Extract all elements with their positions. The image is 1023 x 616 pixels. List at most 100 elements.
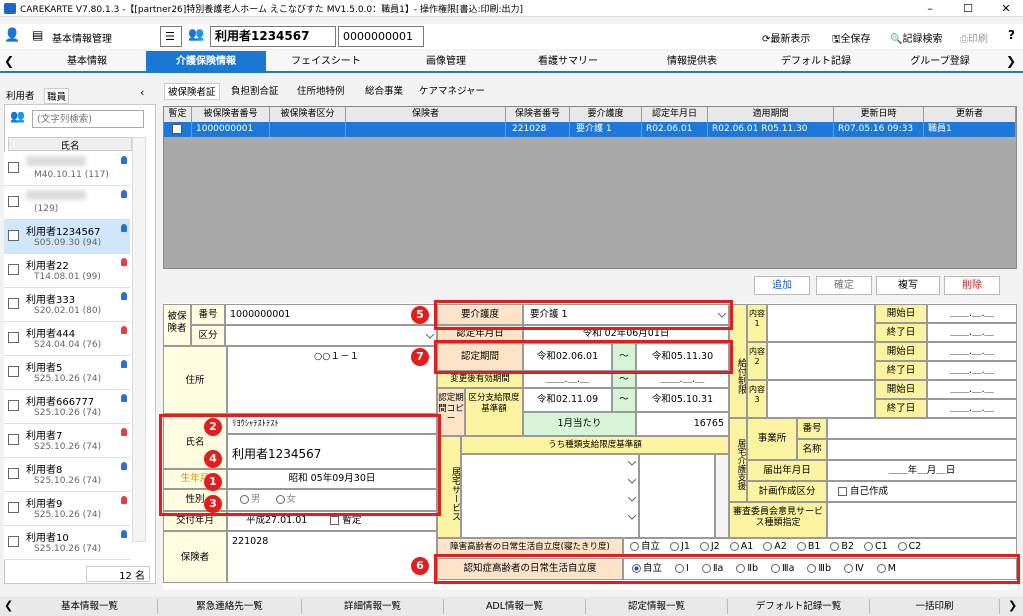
subtab-general-project[interactable]: 総合事業 [362, 83, 406, 100]
subtab-insured-card[interactable]: 被保険者証 [164, 83, 220, 100]
user-checkbox[interactable] [8, 400, 19, 411]
person-icon[interactable]: 👤 [4, 28, 20, 43]
cell-insured-number[interactable]: 1000000001 [192, 122, 270, 137]
content3-field[interactable] [767, 380, 875, 418]
opinion-field[interactable] [827, 502, 1017, 538]
user-checkbox[interactable] [8, 230, 19, 241]
user-checkbox[interactable] [8, 468, 19, 479]
tab-staff-list[interactable]: 職員 [44, 88, 70, 104]
cell-apply-period[interactable]: R02.06.01 R05.11.30 [708, 122, 834, 137]
tabs-prev-icon[interactable]: ❮ [4, 54, 14, 68]
copy-button[interactable]: 複写 [876, 276, 940, 295]
cell-insurer-number[interactable]: 221028 [506, 122, 570, 137]
maximize-icon[interactable]: ☐ [950, 0, 986, 17]
user-list-item[interactable]: 利用者666777 S25.10.26 (74) [4, 390, 130, 424]
user-list-item[interactable]: 利用者8 S25.10.26 (74) [4, 458, 130, 492]
document-icon[interactable]: ▤ [32, 28, 43, 42]
start2-field[interactable]: ＿＿.＿.＿ [927, 342, 1017, 361]
tab-default-record[interactable]: デフォルト記録 [754, 51, 878, 73]
limit-to-field[interactable]: 令和05.10.31 [636, 388, 729, 412]
user-checkbox[interactable] [8, 162, 19, 173]
minimize-icon[interactable]: – [912, 0, 948, 17]
office-number-field[interactable] [827, 418, 1017, 439]
user-list-item[interactable]: M40.10.11 (117) [4, 152, 130, 186]
user-list-item[interactable]: 利用者444 S24.04.04 (76) [4, 322, 130, 356]
user-checkbox[interactable] [8, 366, 19, 377]
default-record-list-button[interactable]: デフォルト記録一覧 [728, 599, 870, 614]
provisional-checkbox[interactable]: 暫定 [330, 515, 361, 526]
end2-field[interactable]: ＿＿.＿.＿ [927, 361, 1017, 380]
address-field[interactable]: ○○１－１ [227, 346, 437, 414]
user-list-item[interactable]: 利用者5 S25.10.26 (74) [4, 356, 130, 390]
limit-from-field[interactable]: 令和02.11.09 [523, 388, 612, 412]
start3-field[interactable]: ＿＿.＿.＿ [927, 380, 1017, 399]
cert-info-list-button[interactable]: 認定情報一覧 [586, 599, 728, 614]
add-button[interactable]: 追加 [754, 276, 810, 295]
insured-number-field[interactable]: 1000000001 [225, 304, 437, 325]
cell-updated-by[interactable]: 職員1 [924, 122, 1016, 137]
cell-insurer[interactable] [346, 122, 506, 137]
user-search-input[interactable] [32, 110, 144, 128]
cell-updated-at[interactable]: R07.05.16 09:33 [834, 122, 924, 137]
user-list-item[interactable]: 利用者333 S20.02.01 (80) [4, 288, 130, 322]
bulk-print-button[interactable]: 一括印刷 [870, 599, 1000, 614]
user-list-item[interactable]: 利用者7 S25.10.26 (74) [4, 424, 130, 458]
user-checkbox[interactable] [8, 502, 19, 513]
subtab-burden-ratio[interactable]: 負担割合証 [228, 83, 282, 100]
adl-info-list-button[interactable]: ADL情報一覧 [444, 599, 586, 614]
detail-info-list-button[interactable]: 詳細情報一覧 [302, 599, 444, 614]
disabled-radio-6[interactable]: B2 [830, 541, 854, 552]
tab-face-sheet[interactable]: フェイスシート [266, 51, 386, 73]
confirm-button[interactable]: 確定 [816, 276, 872, 295]
kubun-select[interactable] [225, 325, 437, 346]
subtab-care-manager[interactable]: ケアマネジャー [416, 83, 488, 100]
tab-basic-info[interactable]: 基本情報 [28, 51, 146, 73]
save-all-button[interactable]: 🖫全保存 [832, 30, 871, 49]
limit-amount-field[interactable]: 16765 [636, 412, 729, 436]
kind-amount-list[interactable] [639, 454, 715, 538]
disabled-radio-2[interactable]: J2 [699, 541, 720, 552]
end1-field[interactable]: ＿＿.＿.＿ [927, 323, 1017, 342]
user-list-item[interactable]: 利用者1234567 S05.09.30 (94) [4, 220, 130, 254]
emergency-contact-list-button[interactable]: 緊急連絡先一覧 [158, 599, 302, 614]
bottom-prev-icon[interactable]: ❮ [4, 599, 13, 612]
disabled-radio-8[interactable]: C2 [897, 541, 921, 552]
tab-group-register[interactable]: グループ登録 [878, 51, 1002, 73]
disabled-radio-1[interactable]: J1 [670, 541, 690, 552]
office-name-field[interactable] [827, 439, 1017, 460]
disabled-radio-5[interactable]: B1 [796, 541, 820, 552]
user-checkbox[interactable] [8, 264, 19, 275]
help-icon[interactable]: ? [1008, 28, 1015, 42]
user-checkbox[interactable] [8, 434, 19, 445]
tabs-next-icon[interactable]: ❯ [1006, 54, 1016, 68]
insurer-field[interactable]: 221028 [227, 531, 437, 583]
tab-nursing-summary[interactable]: 看護サマリー [506, 51, 630, 73]
user-checkbox[interactable] [8, 332, 19, 343]
refresh-button[interactable]: ⟳最新表示 [762, 30, 810, 45]
kind-list-scrollbar[interactable] [715, 454, 729, 538]
disabled-radio-3[interactable]: A1 [729, 541, 753, 552]
user-checkbox[interactable] [8, 196, 19, 207]
row-checkbox[interactable] [172, 124, 182, 134]
content1-field[interactable] [767, 304, 875, 342]
tab-user-list[interactable]: 利用者 [6, 88, 35, 102]
notify-date-field[interactable]: ＿＿年＿月＿日 [827, 460, 1017, 481]
kind-service-list[interactable] [461, 454, 639, 538]
tab-info-provision[interactable]: 情報提供表 [630, 51, 754, 73]
user-list-item[interactable]: (129) [4, 186, 130, 220]
record-search-button[interactable]: 🔍記録検索 [890, 30, 942, 45]
issue-date[interactable]: 平成27.01.01 [246, 515, 307, 526]
user-checkbox[interactable] [8, 536, 19, 547]
disabled-radio-7[interactable]: C1 [863, 541, 888, 552]
subtab-address-special[interactable]: 住所地特例 [294, 83, 348, 100]
user-list-item[interactable]: 利用者22 T14.08.01 (99) [4, 254, 130, 288]
disabled-radio-4[interactable]: A2 [763, 541, 787, 552]
list-icon[interactable]: ☰ [160, 26, 182, 47]
user-list-item[interactable]: 利用者10 S25.10.26 (74) [4, 526, 130, 560]
tab-care-insurance[interactable]: 介護保険情報 [146, 51, 266, 73]
cell-care-level[interactable]: 要介護 1 [570, 122, 642, 137]
end3-field[interactable]: ＿＿.＿.＿ [927, 399, 1017, 418]
user-list-scrollbar[interactable] [132, 137, 146, 542]
user-checkbox[interactable] [8, 298, 19, 309]
start1-field[interactable]: ＿＿.＿.＿ [927, 304, 1017, 323]
